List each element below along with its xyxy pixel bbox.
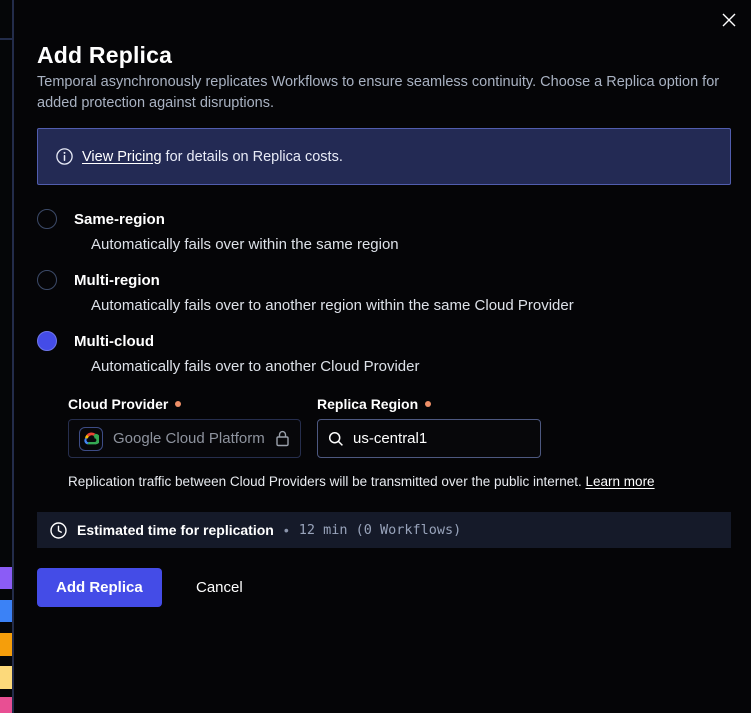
backdrop-color-block xyxy=(0,697,12,713)
option-label[interactable]: Multi-region xyxy=(74,272,160,289)
option-description: Automatically fails over within the same… xyxy=(91,236,399,253)
option-multi-region: Multi-region Automatically fails over to… xyxy=(37,270,574,314)
page: Add Replica Temporal asynchronously repl… xyxy=(0,0,751,713)
radio-same-region[interactable] xyxy=(37,209,57,229)
view-pricing-link[interactable]: View Pricing xyxy=(82,149,162,165)
backdrop-color-block xyxy=(0,666,12,689)
info-icon xyxy=(56,148,73,165)
cloud-provider-select[interactable]: Google Cloud Platform xyxy=(68,419,301,458)
page-title: Add Replica xyxy=(37,42,172,69)
option-same-region: Same-region Automatically fails over wit… xyxy=(37,209,399,253)
option-multi-cloud: Multi-cloud Automatically fails over to … xyxy=(37,331,420,375)
note-text: Replication traffic between Cloud Provid… xyxy=(68,474,582,489)
option-label[interactable]: Multi-cloud xyxy=(74,333,154,350)
radio-multi-region[interactable] xyxy=(37,270,57,290)
label-text: Replica Region xyxy=(317,396,418,412)
option-description: Automatically fails over to another regi… xyxy=(91,297,574,314)
clock-icon xyxy=(50,522,67,539)
estimate-label: Estimated time for replication xyxy=(77,522,274,538)
learn-more-link[interactable]: Learn more xyxy=(586,474,655,489)
lock-icon xyxy=(275,430,290,447)
gcp-logo-badge xyxy=(79,427,103,451)
banner-rest-text: for details on Replica costs. xyxy=(162,149,343,165)
backdrop-color-block xyxy=(0,567,12,589)
backdrop-page-edge xyxy=(0,0,14,713)
replica-region-label: Replica Region xyxy=(317,396,431,412)
cloud-provider-value: Google Cloud Platform xyxy=(113,430,265,447)
option-description: Automatically fails over to another Clou… xyxy=(91,358,420,375)
pricing-info-banner: View Pricing for details on Replica cost… xyxy=(37,128,731,185)
close-icon xyxy=(721,12,737,28)
required-dot-icon xyxy=(425,401,431,407)
estimate-value: 12 min (0 Workflows) xyxy=(299,522,462,538)
modal-description: Temporal asynchronously replicates Workf… xyxy=(37,72,725,114)
banner-text: View Pricing for details on Replica cost… xyxy=(82,149,343,165)
search-icon xyxy=(328,431,344,447)
replica-region-input[interactable] xyxy=(353,430,503,447)
required-dot-icon xyxy=(175,401,181,407)
radio-multi-cloud[interactable] xyxy=(37,331,57,351)
option-label[interactable]: Same-region xyxy=(74,211,165,228)
replica-region-field[interactable] xyxy=(317,419,541,458)
estimate-separator: • xyxy=(284,522,289,538)
cloud-provider-label: Cloud Provider xyxy=(68,396,181,412)
cancel-button[interactable]: Cancel xyxy=(182,568,257,607)
estimate-banner: Estimated time for replication • 12 min … xyxy=(37,512,731,548)
add-replica-modal: Add Replica Temporal asynchronously repl… xyxy=(14,0,751,713)
public-internet-note: Replication traffic between Cloud Provid… xyxy=(68,474,655,489)
label-text: Cloud Provider xyxy=(68,396,168,412)
google-cloud-icon xyxy=(83,432,99,445)
close-button[interactable] xyxy=(715,6,743,34)
backdrop-color-block xyxy=(0,633,12,656)
add-replica-button[interactable]: Add Replica xyxy=(37,568,162,607)
backdrop-color-block xyxy=(0,600,12,622)
